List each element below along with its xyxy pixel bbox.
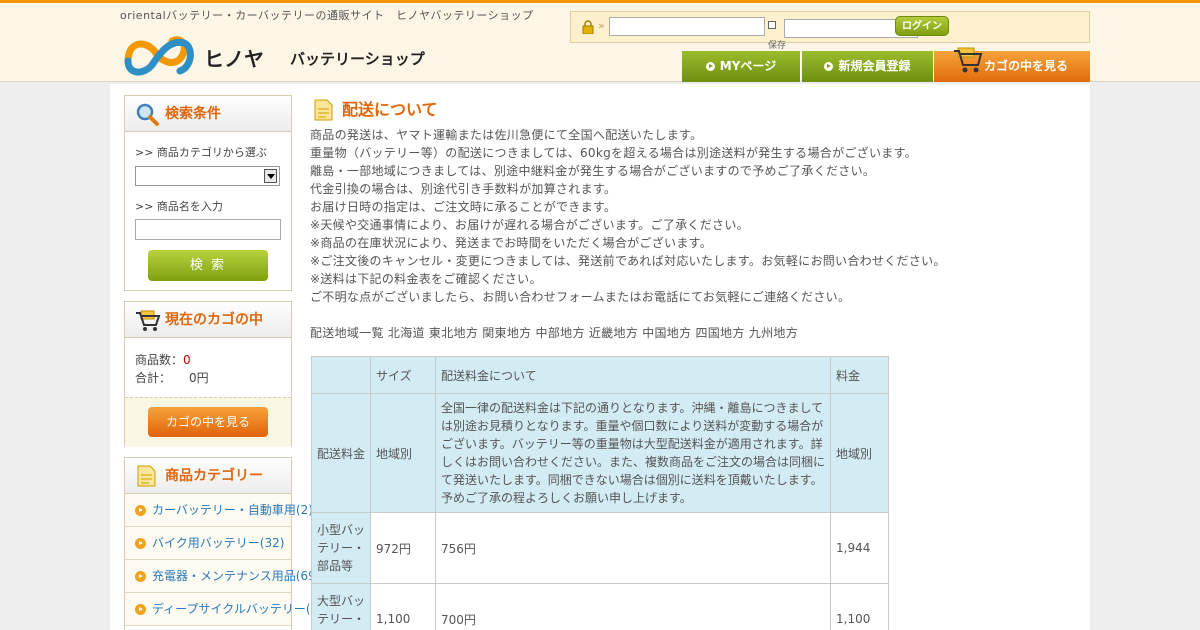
site-header: orientalバッテリー・カーバッテリーの通販サイト ヒノヤバッテリーショップ… bbox=[0, 0, 1200, 82]
table-cell: 配送料金 bbox=[311, 393, 371, 513]
shipping-paragraph: 商品の発送は、ヤマト運輸または佐川急便にて全国へ配送いたします。 bbox=[310, 128, 703, 142]
keyword-input-label: >> 商品名を入力 bbox=[135, 200, 223, 213]
magnifier-icon bbox=[136, 103, 159, 126]
category-item[interactable]: 充電器・メンテナンス用品(69) bbox=[125, 560, 320, 593]
table-cell: 全国一律の配送料金は下記の通りとなります。沖縄・離島につきましては別途お見積りと… bbox=[435, 393, 831, 513]
shipping-paragraph: 代金引換の場合は、別途代引き手数料が加算されます。 bbox=[310, 182, 617, 196]
cart-count-value: 0 bbox=[183, 353, 191, 367]
category-item-label: 充電器・メンテナンス用品(69) bbox=[152, 569, 321, 583]
site-logo[interactable]: ヒノヤ バッテリーショップ bbox=[122, 31, 452, 79]
shipping-paragraph: 離島・一部地域につきましては、別途中継料金が発生する場合がございますので予めご了… bbox=[310, 164, 876, 178]
category-panel-header: 商品カテゴリー bbox=[125, 458, 291, 494]
lock-icon bbox=[582, 20, 594, 34]
search-panel: 検索条件 >> 商品カテゴリから選ぶ >> 商品名を入力 検 索 bbox=[124, 95, 292, 291]
cart-panel-title: 現在のカゴの中 bbox=[165, 312, 263, 328]
table-cell: 地域別 bbox=[830, 393, 889, 513]
table-header-cell bbox=[311, 356, 371, 394]
table-header-cell: サイズ bbox=[370, 356, 436, 394]
shipping-paragraph: ご不明な点がございましたら、お問い合わせフォームまたはお電話にてお気軽にご連絡く… bbox=[310, 290, 851, 304]
bullet-arrow-icon bbox=[135, 604, 146, 615]
nav-cart-label: カゴの中を見る bbox=[984, 59, 1069, 73]
cart-count-label: 商品数： bbox=[135, 353, 184, 367]
category-select-label: >> 商品カテゴリから選ぶ bbox=[135, 146, 267, 159]
category-item[interactable]: バイク用バッテリー(32) bbox=[125, 527, 291, 560]
logo-mark-icon bbox=[124, 36, 194, 76]
keyword-input[interactable] bbox=[135, 219, 281, 240]
category-item-label: カーバッテリー・自動車用(2) bbox=[152, 503, 313, 517]
nav-arrow-icon bbox=[705, 62, 715, 71]
site-tagline: orientalバッテリー・カーバッテリーの通販サイト ヒノヤバッテリーショップ bbox=[120, 9, 534, 22]
category-item[interactable]: ディープサイクルバッテリー(17) bbox=[125, 593, 330, 626]
login-arrow-icon: » bbox=[598, 19, 605, 32]
table-cell: 地域別 bbox=[370, 393, 436, 513]
table-row: 大型バッテリー・重量物等 1,100 700円 1,100 bbox=[311, 583, 889, 630]
category-panel: 商品カテゴリー カーバッテリー・自動車用(2) バイク用バッテリー(32) 充電… bbox=[124, 457, 330, 630]
memo-icon bbox=[137, 465, 156, 487]
logo-brand-name: ヒノヤ bbox=[204, 47, 264, 71]
search-panel-header: 検索条件 bbox=[125, 96, 291, 132]
cart-panel-header: 現在のカゴの中 bbox=[125, 302, 291, 338]
bullet-arrow-icon bbox=[135, 538, 146, 549]
category-item[interactable]: カーバッテリー・自動車用(2) bbox=[125, 494, 313, 527]
table-cell: 972円 bbox=[370, 512, 436, 584]
page-title-text: 配送について bbox=[342, 100, 438, 119]
category-panel-title: 商品カテゴリー bbox=[165, 468, 263, 484]
table-cell: 1,944 bbox=[830, 512, 889, 584]
search-panel-title: 検索条件 bbox=[165, 106, 221, 122]
table-cell: 小型バッテリー・部品等 bbox=[311, 512, 371, 584]
table-cell: 1,100 bbox=[370, 583, 436, 630]
cart-item-count: 商品数：0 bbox=[135, 351, 191, 368]
nav-my-page[interactable]: MYページ bbox=[682, 51, 801, 82]
table-header-cell: 料金 bbox=[830, 356, 889, 394]
bullet-arrow-icon bbox=[135, 505, 146, 516]
table-cell: 大型バッテリー・重量物等 bbox=[311, 583, 371, 630]
cart-panel: 現在のカゴの中 商品数：0 合計： 0円 カゴの中を見る bbox=[124, 301, 292, 447]
page-title: 配送について bbox=[312, 98, 438, 122]
table-cell: 756円 bbox=[435, 512, 831, 584]
shipping-paragraph: 重量物（バッテリー等）の配送につきましては、60kgを超える場合は別途送料が発生… bbox=[310, 146, 917, 160]
category-item-label: バイク用バッテリー(32) bbox=[152, 536, 285, 550]
table-header-row: サイズ 配送料金について 料金 bbox=[311, 356, 889, 394]
memo-icon bbox=[314, 99, 333, 121]
category-item-label: ディープサイクルバッテリー(17) bbox=[152, 602, 331, 616]
nav-register-label: 新規会員登録 bbox=[838, 59, 911, 73]
bullet-arrow-icon bbox=[135, 571, 146, 582]
remember-checkbox[interactable] bbox=[768, 21, 776, 29]
login-email-input[interactable] bbox=[609, 17, 765, 36]
table-cell: 700円 bbox=[435, 583, 831, 630]
nav-my-page-label: MYページ bbox=[719, 59, 777, 73]
table-cell: 1,100 bbox=[830, 583, 889, 630]
shopping-cart-icon bbox=[954, 47, 983, 73]
shipping-fee-table: サイズ 配送料金について 料金 配送料金 地域別 全国一律の配送料金は下記の通り… bbox=[311, 356, 889, 630]
cart-panel-footer: カゴの中を見る bbox=[125, 397, 291, 447]
login-button[interactable]: ログイン bbox=[895, 16, 949, 36]
shipping-paragraph: お届け日時の指定は、ご注文時に承ることができます。 bbox=[310, 200, 617, 214]
region-list: 配送地域一覧 北海道 東北地方 関東地方 中部地方 近畿地方 中国地方 四国地方… bbox=[310, 326, 799, 340]
table-row: 小型バッテリー・部品等 972円 756円 1,944 bbox=[311, 512, 889, 584]
shipping-note: ※商品の在庫状況により、発送までお時間をいただく場合がございます。 bbox=[310, 236, 713, 250]
chevron-down-icon bbox=[264, 169, 277, 183]
cart-icon bbox=[136, 310, 161, 331]
table-header-cell: 配送料金について bbox=[435, 356, 831, 394]
remember-label: 保存 bbox=[768, 41, 787, 51]
login-form: » 保存 ログイン bbox=[570, 11, 1090, 51]
content-wrapper: 検索条件 >> 商品カテゴリから選ぶ >> 商品名を入力 検 索 現在のカゴの中… bbox=[110, 84, 1090, 630]
logo-shop-name: バッテリーショップ bbox=[290, 50, 425, 68]
table-row: 配送料金 地域別 全国一律の配送料金は下記の通りとなります。沖縄・離島につきまし… bbox=[311, 393, 889, 513]
shipping-note: ※ご注文後のキャンセル・変更につきましては、発送前であれば対応いたします。お気軽… bbox=[310, 254, 946, 268]
shipping-note: ※送料は下記の料金表をご確認ください。 bbox=[310, 272, 542, 286]
view-cart-button[interactable]: カゴの中を見る bbox=[148, 407, 268, 437]
nav-register[interactable]: 新規会員登録 bbox=[802, 51, 933, 82]
shipping-note: ※天候や交通事情により、お届けが遅れる場合がございます。ご了承ください。 bbox=[310, 218, 749, 232]
cart-total: 合計： 0円 bbox=[135, 371, 209, 385]
category-select[interactable] bbox=[135, 166, 280, 186]
search-button[interactable]: 検 索 bbox=[148, 250, 268, 281]
nav-arrow-icon bbox=[824, 62, 834, 71]
